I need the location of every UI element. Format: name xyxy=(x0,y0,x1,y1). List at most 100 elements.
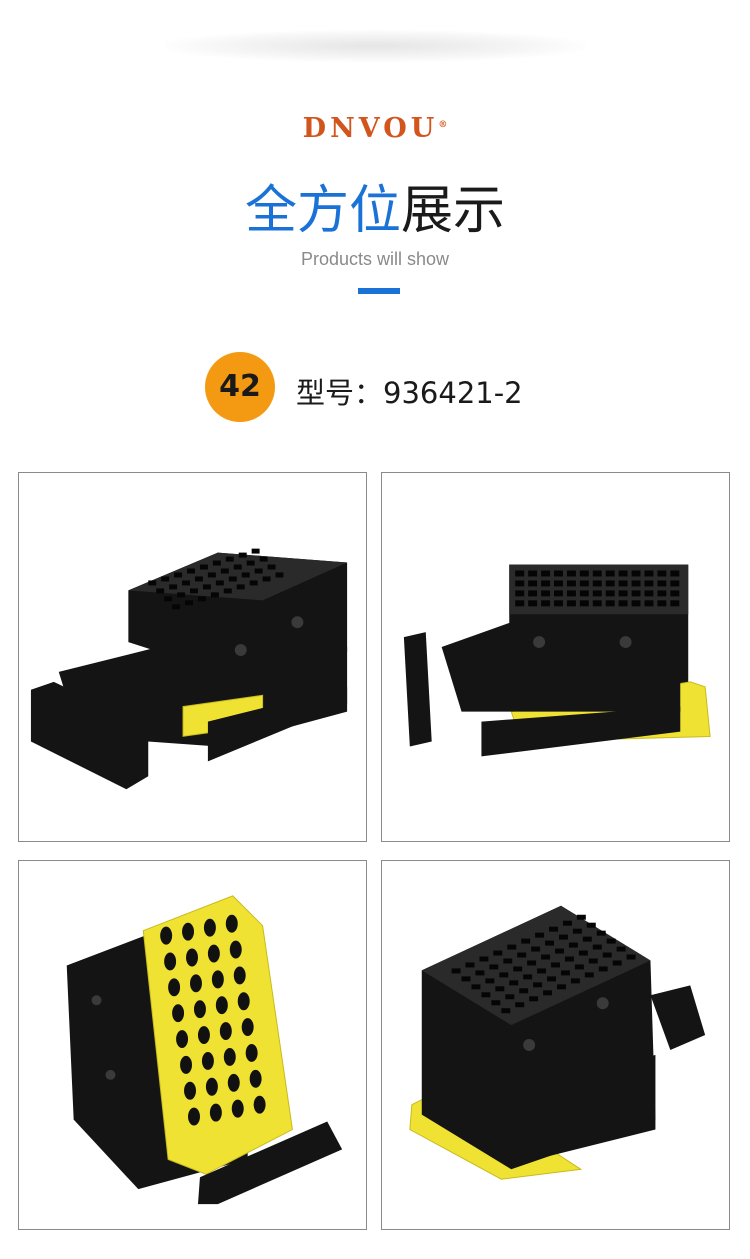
cavity xyxy=(644,570,654,577)
seal-hole xyxy=(229,940,242,959)
seal-hole xyxy=(193,1000,206,1019)
cavity xyxy=(521,938,531,944)
seal-hole xyxy=(227,1073,240,1092)
cavity xyxy=(670,590,680,597)
cavity xyxy=(523,974,533,980)
cavity xyxy=(670,580,680,587)
product-photo-4 xyxy=(381,860,730,1230)
cavity xyxy=(246,560,255,566)
cavity xyxy=(592,590,602,597)
cavity xyxy=(495,986,505,992)
cavity xyxy=(161,576,170,582)
cavity xyxy=(197,596,206,602)
cavity xyxy=(618,570,628,577)
connector-rear-image xyxy=(66,895,343,1205)
seal-hole xyxy=(245,1044,258,1062)
top-decorative-shadow xyxy=(165,30,585,62)
cavity xyxy=(537,968,547,974)
cavity xyxy=(262,576,271,582)
cavity xyxy=(238,552,247,558)
section-subtitle: Products will show xyxy=(300,249,450,269)
cavity xyxy=(461,976,471,982)
title-underline xyxy=(358,288,400,294)
cavity xyxy=(174,572,183,578)
connector-side-left-image xyxy=(30,548,348,790)
cavity xyxy=(207,572,216,578)
cavity xyxy=(566,590,576,597)
cavity xyxy=(223,588,232,594)
cavity xyxy=(519,988,529,994)
cavity xyxy=(584,972,594,978)
cavity xyxy=(489,964,499,970)
cavity xyxy=(631,570,641,577)
cavity xyxy=(556,984,566,990)
cavity xyxy=(515,570,525,577)
connector-side-right-image xyxy=(403,564,711,757)
cavity xyxy=(598,966,608,972)
cavity xyxy=(596,930,606,936)
cavity xyxy=(592,570,602,577)
cavity xyxy=(177,592,186,598)
seal-hole xyxy=(186,948,198,967)
cavity xyxy=(156,588,165,594)
cavity xyxy=(528,590,538,597)
cavity xyxy=(570,978,580,984)
cavity xyxy=(555,948,564,954)
cavity xyxy=(515,590,525,597)
brand-logo: DNVOU® xyxy=(0,113,750,144)
cavity xyxy=(578,950,588,956)
cavity xyxy=(579,590,589,597)
cavity xyxy=(172,604,181,610)
product-photo-2 xyxy=(381,472,730,842)
seal-hole xyxy=(190,974,202,993)
cavity xyxy=(605,580,615,587)
cavity xyxy=(549,926,558,932)
cavity xyxy=(507,944,517,950)
cavity xyxy=(631,600,641,607)
cavity xyxy=(588,958,598,964)
cavity xyxy=(657,570,667,577)
cavity xyxy=(528,600,538,607)
cavity xyxy=(545,940,555,946)
cavity xyxy=(618,600,628,607)
seal-hole xyxy=(201,1051,214,1070)
cavity xyxy=(602,952,612,958)
cavity xyxy=(626,954,636,960)
brand-name: DNVOU xyxy=(302,113,439,144)
cavity xyxy=(187,568,195,574)
seal-hole xyxy=(160,926,173,945)
cavity xyxy=(513,966,523,972)
seal-hole xyxy=(215,996,228,1015)
cavity xyxy=(185,600,193,606)
connector-front-image xyxy=(409,905,706,1180)
seal-hole xyxy=(172,1004,185,1023)
seal-hole xyxy=(231,1099,244,1118)
cavity xyxy=(592,600,602,607)
cavity xyxy=(670,570,680,577)
cavity xyxy=(471,984,481,990)
cavity xyxy=(586,922,596,928)
section-title: 全方位展示 xyxy=(0,168,750,243)
cavity xyxy=(499,972,509,978)
seal-hole xyxy=(219,1022,232,1041)
seal-hole xyxy=(184,1081,196,1100)
cavity xyxy=(169,584,178,590)
cavity xyxy=(517,952,527,958)
cavity xyxy=(479,956,489,962)
cavity xyxy=(202,584,211,590)
cavity xyxy=(259,556,268,562)
cavity xyxy=(541,954,551,960)
seal-hole xyxy=(176,1030,189,1048)
cavity xyxy=(251,548,260,554)
cavity xyxy=(547,976,556,982)
seal-hole xyxy=(253,1095,266,1114)
cavity xyxy=(541,590,551,597)
cavity xyxy=(579,580,589,587)
seal-hole xyxy=(241,1018,254,1037)
seal-hole xyxy=(211,970,224,989)
cavity xyxy=(267,564,276,570)
title-black-part: 展示 xyxy=(401,181,506,241)
cavity xyxy=(605,570,615,577)
seal-hole xyxy=(197,1026,210,1045)
seal-hole xyxy=(223,1047,236,1066)
